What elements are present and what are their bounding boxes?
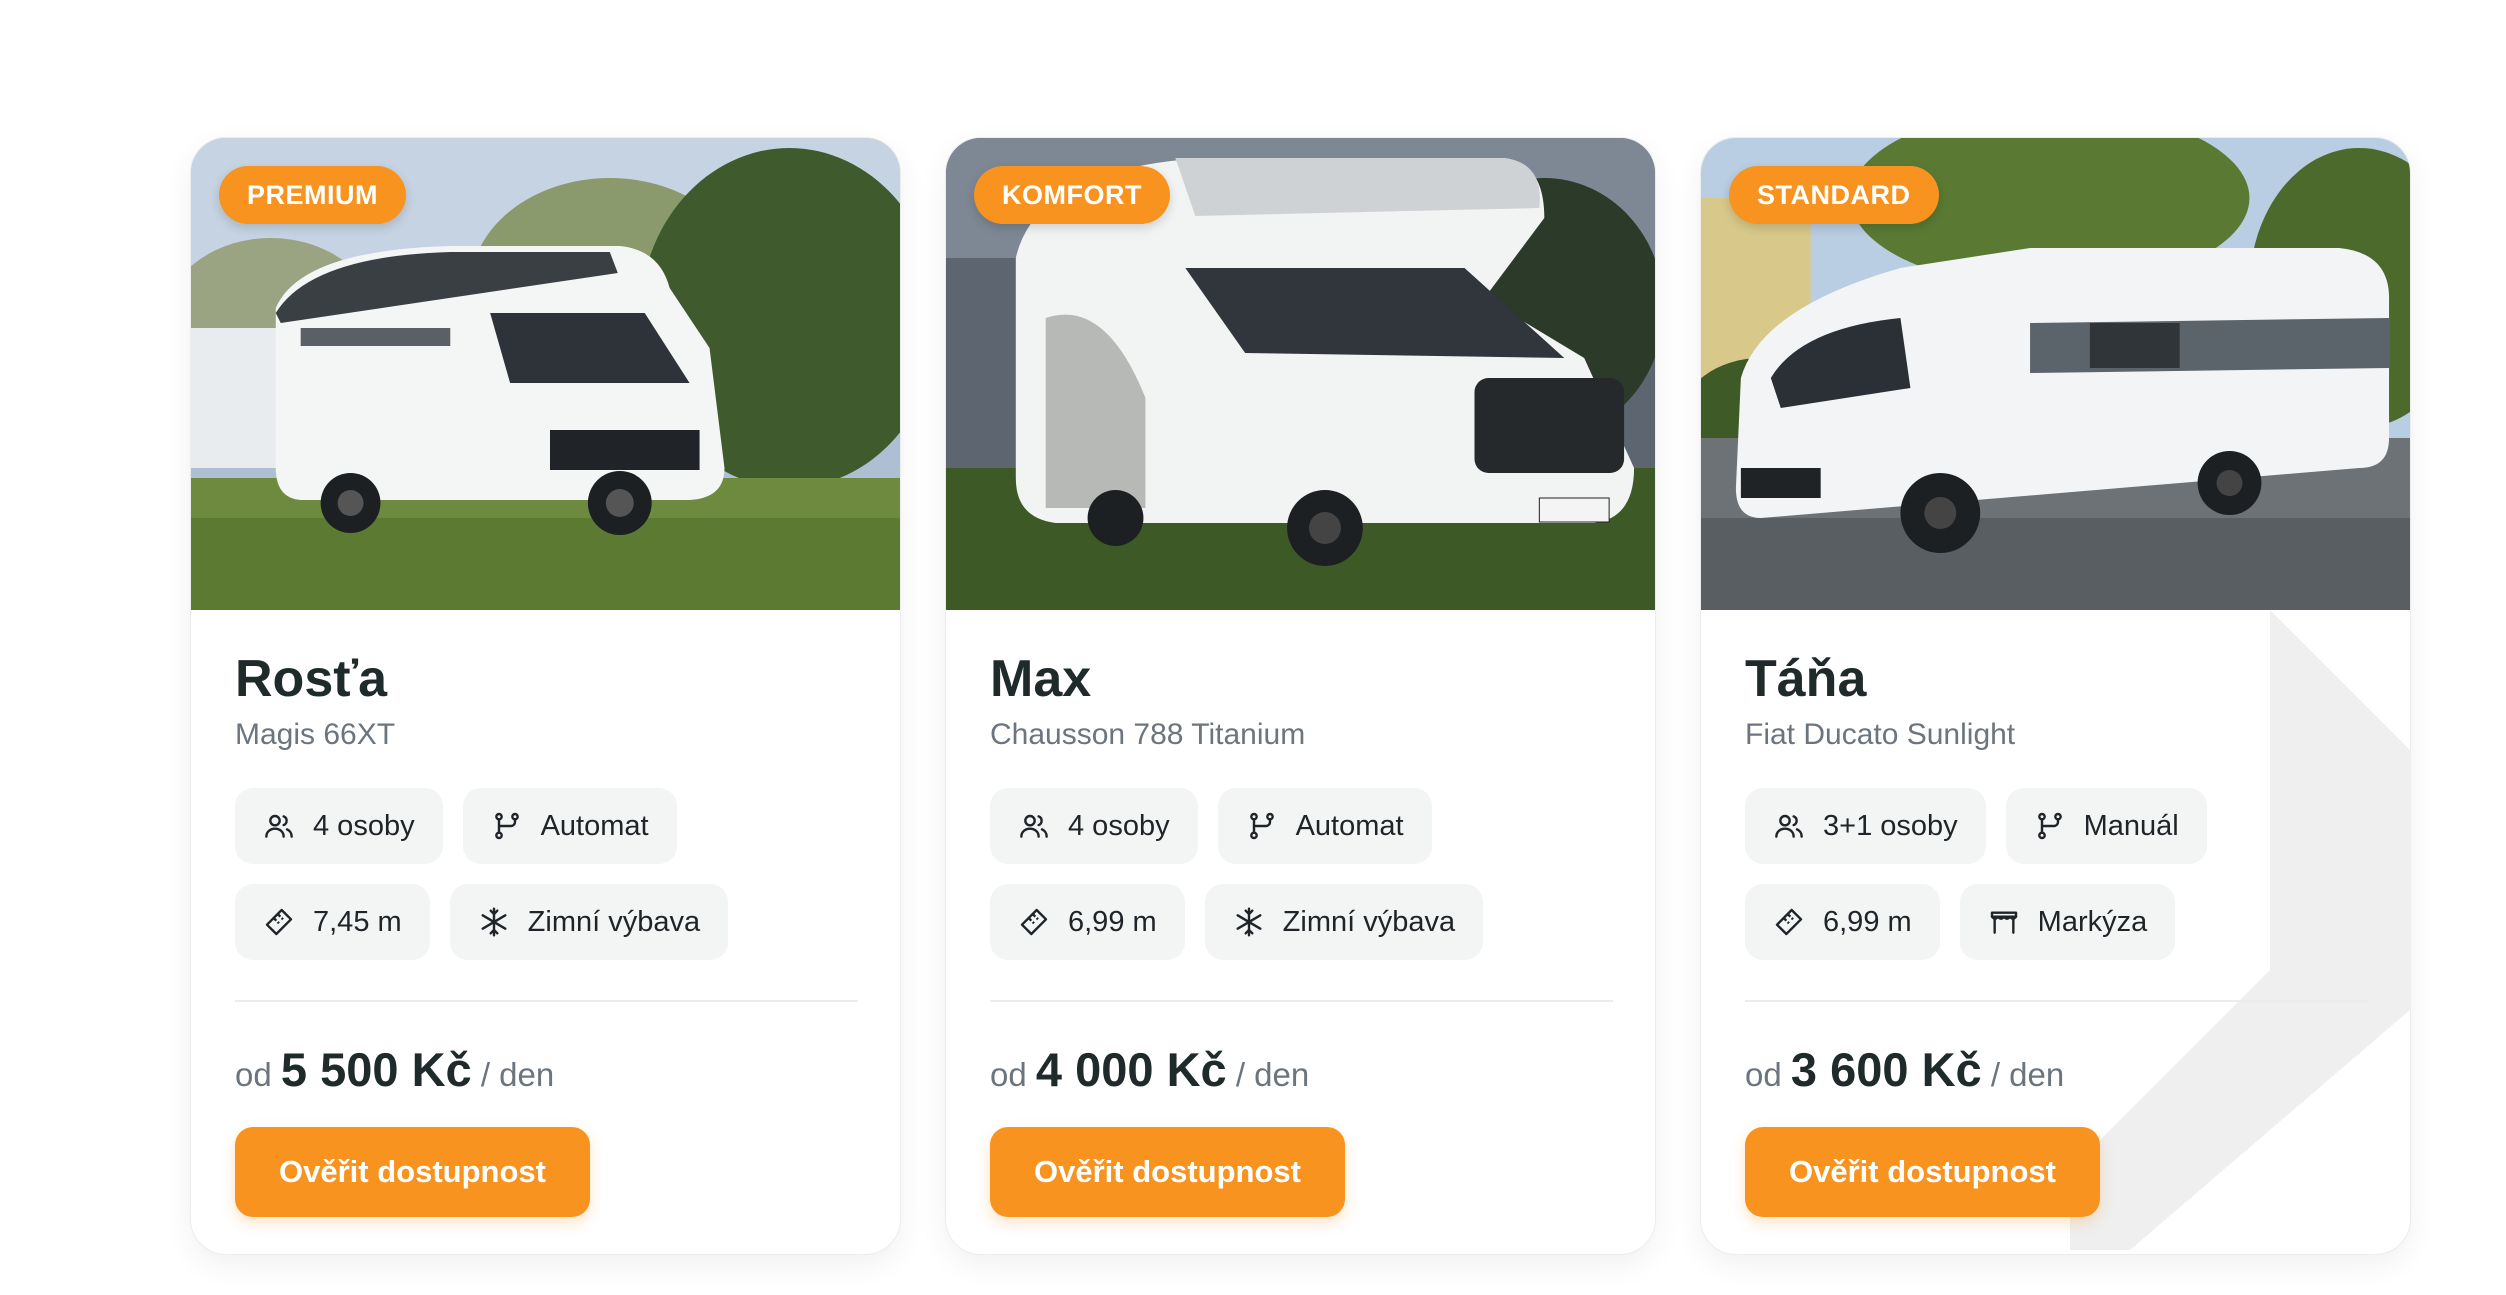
category-badge: PREMIUM bbox=[219, 166, 406, 224]
price-line: od 5 500 Kč / den bbox=[235, 1042, 856, 1103]
divider bbox=[235, 1000, 858, 1002]
feature-chip-awning: Markýza bbox=[1959, 884, 2176, 960]
ruler-icon bbox=[1018, 906, 1050, 938]
price-prefix: od bbox=[990, 1056, 1027, 1093]
feature-label: 6,99 m bbox=[1823, 905, 1912, 938]
price-line: od 4 000 Kč / den bbox=[990, 1042, 1611, 1103]
price-amount: 4 000 Kč bbox=[1035, 1043, 1227, 1096]
feature-chip-winter: Zimní výbava bbox=[449, 884, 729, 960]
gearshift-icon bbox=[1246, 810, 1278, 842]
price-line: od 3 600 Kč / den bbox=[1745, 1042, 2366, 1103]
camper-model: Magis 66XT bbox=[235, 718, 396, 751]
camper-cards: PREMIUM Rosťa Magis 66XT 4 osoby Automat bbox=[190, 137, 2411, 1255]
camper-photo[interactable]: KOMFORT bbox=[946, 138, 1655, 610]
feature-label: Manuál bbox=[2083, 809, 2179, 842]
feature-label: Markýza bbox=[2037, 905, 2148, 938]
price-amount: 5 500 Kč bbox=[280, 1043, 472, 1096]
feature-label: 6,99 m bbox=[1068, 905, 1157, 938]
category-badge: STANDARD bbox=[1729, 166, 1939, 224]
people-icon bbox=[1773, 810, 1805, 842]
feature-chip-capacity: 3+1 osoby bbox=[1745, 788, 1986, 864]
price-amount: 3 600 Kč bbox=[1790, 1043, 1982, 1096]
feature-chip-transmission: Manuál bbox=[2005, 788, 2207, 864]
feature-list: 4 osoby Automat 7,45 m Zimní výbava bbox=[235, 788, 875, 960]
camper-name: Rosťa bbox=[235, 650, 388, 708]
camper-model: Chausson 788 Titanium bbox=[990, 718, 1306, 751]
check-availability-button[interactable]: Ověřit dostupnost bbox=[990, 1127, 1345, 1217]
card-body: Rosťa Magis 66XT 4 osoby Automat 7,45 m … bbox=[191, 610, 900, 1217]
people-icon bbox=[263, 810, 295, 842]
feature-label: 3+1 osoby bbox=[1823, 809, 1958, 842]
feature-chip-transmission: Automat bbox=[462, 788, 677, 864]
camper-name: Max bbox=[990, 650, 1092, 708]
feature-label: Zimní výbava bbox=[527, 905, 701, 938]
check-availability-button[interactable]: Ověřit dostupnost bbox=[235, 1127, 590, 1217]
camper-photo[interactable]: STANDARD bbox=[1701, 138, 2410, 610]
ruler-icon bbox=[1773, 906, 1805, 938]
check-availability-button[interactable]: Ověřit dostupnost bbox=[1745, 1127, 2100, 1217]
gearshift-icon bbox=[491, 810, 523, 842]
card-body: Max Chausson 788 Titanium 4 osoby Automa… bbox=[946, 610, 1655, 1217]
camper-card-rosta[interactable]: PREMIUM Rosťa Magis 66XT 4 osoby Automat bbox=[190, 137, 901, 1255]
divider bbox=[990, 1000, 1613, 1002]
gearshift-icon bbox=[2034, 810, 2066, 842]
feature-list: 4 osoby Automat 6,99 m Zimní výbava bbox=[990, 788, 1630, 960]
category-badge: KOMFORT bbox=[974, 166, 1170, 224]
price-suffix: / den bbox=[1990, 1056, 2065, 1093]
feature-label: 7,45 m bbox=[313, 905, 402, 938]
feature-label: Automat bbox=[540, 809, 649, 842]
camper-name: Táňa bbox=[1745, 650, 1867, 708]
feature-chip-capacity: 4 osoby bbox=[235, 788, 443, 864]
feature-chip-capacity: 4 osoby bbox=[990, 788, 1198, 864]
feature-chip-length: 7,45 m bbox=[235, 884, 430, 960]
feature-chip-length: 6,99 m bbox=[990, 884, 1185, 960]
feature-list: 3+1 osoby Manuál 6,99 m Markýza bbox=[1745, 788, 2385, 960]
feature-label: Zimní výbava bbox=[1282, 905, 1456, 938]
price-suffix: / den bbox=[1235, 1056, 1310, 1093]
divider bbox=[1745, 1000, 2368, 1002]
ruler-icon bbox=[263, 906, 295, 938]
snowflake-icon bbox=[478, 906, 510, 938]
awning-icon bbox=[1988, 906, 2020, 938]
feature-chip-transmission: Automat bbox=[1217, 788, 1432, 864]
snowflake-icon bbox=[1233, 906, 1265, 938]
feature-label: 4 osoby bbox=[313, 809, 415, 842]
people-icon bbox=[1018, 810, 1050, 842]
feature-label: Automat bbox=[1295, 809, 1404, 842]
price-prefix: od bbox=[1745, 1056, 1782, 1093]
feature-chip-length: 6,99 m bbox=[1745, 884, 1940, 960]
feature-label: 4 osoby bbox=[1068, 809, 1170, 842]
camper-card-tana[interactable]: STANDARD Táňa Fiat Ducato Sunlight 3+1 o… bbox=[1700, 137, 2411, 1255]
camper-photo[interactable]: PREMIUM bbox=[191, 138, 900, 610]
price-suffix: / den bbox=[480, 1056, 555, 1093]
card-body: Táňa Fiat Ducato Sunlight 3+1 osoby Manu… bbox=[1701, 610, 2410, 1217]
price-prefix: od bbox=[235, 1056, 272, 1093]
camper-model: Fiat Ducato Sunlight bbox=[1745, 718, 2016, 751]
feature-chip-winter: Zimní výbava bbox=[1204, 884, 1484, 960]
camper-card-max[interactable]: KOMFORT Max Chausson 788 Titanium 4 osob… bbox=[945, 137, 1656, 1255]
